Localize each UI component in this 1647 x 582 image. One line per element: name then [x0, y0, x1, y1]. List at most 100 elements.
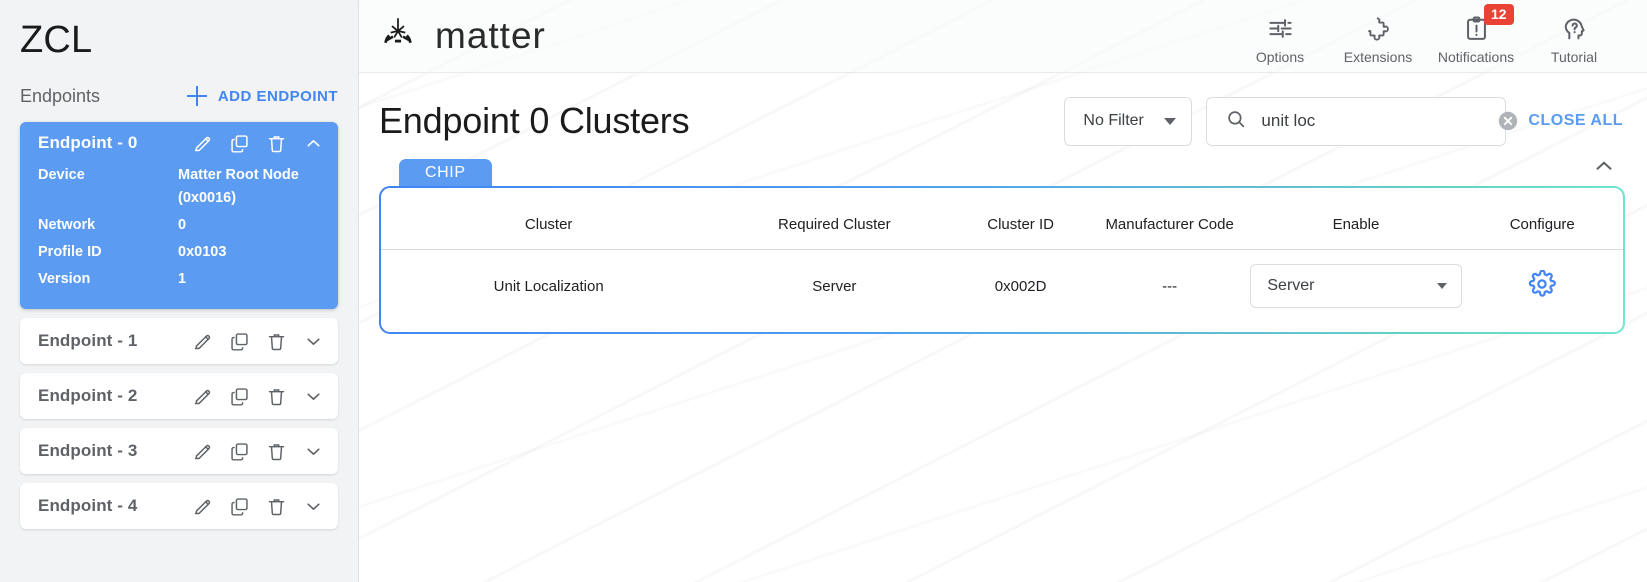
gear-settings-icon[interactable] [1528, 270, 1557, 298]
notifications-badge: 12 [1484, 3, 1514, 25]
search-box[interactable] [1206, 96, 1518, 146]
chevron-down-icon[interactable] [303, 441, 324, 462]
endpoint-name-0: Endpoint - 0 [38, 133, 138, 152]
filter-dropdown[interactable]: No Filter [1064, 96, 1193, 146]
toolbar-label-notifications: Notifications [1437, 48, 1515, 65]
endpoint-card-2[interactable]: Endpoint - 2 [20, 373, 338, 419]
delete-trash-icon[interactable] [266, 441, 287, 462]
column-header-cluster: Cluster [381, 188, 717, 250]
delete-trash-icon[interactable] [266, 331, 287, 352]
clusters-table: Cluster Required Cluster Cluster ID Manu… [381, 188, 1623, 322]
detail-value: 1 [178, 271, 187, 287]
enable-value: Server [1267, 277, 1315, 294]
endpoint-name-4: Endpoint - 4 [38, 496, 138, 515]
cell-cluster-id: 0x002D [994, 277, 1047, 295]
endpoint-card-1[interactable]: Endpoint - 1 [20, 318, 338, 364]
enable-dropdown[interactable]: Server [1250, 264, 1463, 308]
edit-pencil-icon[interactable] [192, 496, 213, 517]
endpoint-card-0[interactable]: Endpoint - 0 Device Matter Root Node (0x… [20, 122, 338, 309]
edit-pencil-icon[interactable] [192, 441, 213, 462]
endpoint-header-1[interactable]: Endpoint - 1 [20, 318, 338, 364]
endpoint-card-4[interactable]: Endpoint - 4 [20, 483, 338, 529]
chevron-up-icon[interactable] [1591, 153, 1617, 184]
toolbar-button-extensions[interactable]: Extensions [1329, 8, 1427, 65]
top-toolbar: matter Options Extensions 12 Notificatio… [359, 0, 1647, 73]
column-header-manufacturer-code: Manufacturer Code [1088, 188, 1251, 250]
endpoint-actions-4 [192, 496, 324, 517]
table-row[interactable]: Unit Localization Server 0x002D --- Serv… [381, 250, 1623, 323]
column-header-configure: Configure [1461, 188, 1623, 250]
toolbar-actions: Options Extensions 12 Notifications Tuto… [1231, 3, 1623, 65]
chevron-up-icon[interactable] [303, 133, 324, 154]
endpoint-header-3[interactable]: Endpoint - 3 [20, 428, 338, 474]
detail-value: 0 [178, 217, 187, 233]
detail-key: Version [38, 271, 91, 287]
copy-icon[interactable] [229, 441, 250, 462]
toolbar-label-tutorial: Tutorial [1550, 48, 1598, 65]
cell-enable: Server [1250, 250, 1463, 323]
plus-icon [186, 85, 208, 107]
endpoints-label: Endpoints [20, 85, 101, 106]
endpoints-toolbar: Endpoints ADD ENDPOINT [0, 74, 358, 118]
column-header-enable: Enable [1250, 188, 1462, 250]
endpoint-header-2[interactable]: Endpoint - 2 [20, 373, 338, 419]
edit-pencil-icon[interactable] [192, 133, 213, 154]
filter-value: No Filter [1083, 112, 1144, 129]
endpoint-actions-3 [192, 441, 324, 462]
tab-chip[interactable]: CHIP [399, 159, 492, 186]
endpoint-list: Endpoint - 0 Device Matter Root Node (0x… [0, 118, 358, 529]
copy-icon[interactable] [229, 331, 250, 352]
delete-trash-icon[interactable] [266, 133, 287, 154]
matter-logo-icon [377, 13, 419, 60]
endpoint-actions-0 [192, 133, 324, 154]
detail-value: 0x0103 [178, 244, 227, 260]
chevron-down-icon[interactable] [303, 386, 324, 407]
edit-pencil-icon[interactable] [192, 331, 213, 352]
endpoint-name-1: Endpoint - 1 [38, 331, 138, 350]
detail-key: Device [38, 167, 85, 183]
endpoint-header-0[interactable]: Endpoint - 0 [20, 122, 338, 164]
toolbar-label-extensions: Extensions [1343, 48, 1413, 65]
toolbar-label-options: Options [1255, 48, 1305, 65]
add-endpoint-label: ADD ENDPOINT [217, 87, 338, 105]
tab-strip: CHIP [379, 157, 1625, 186]
delete-trash-icon[interactable] [266, 496, 287, 517]
cell-configure [1462, 250, 1624, 323]
puzzle-piece-icon [1365, 14, 1392, 44]
column-header-cluster-id: Cluster ID [952, 188, 1089, 250]
endpoint-actions-2 [192, 386, 324, 407]
endpoint-details-0: Device Matter Root Node (0x0016) Network… [20, 164, 338, 309]
endpoint-card-3[interactable]: Endpoint - 3 [20, 428, 338, 474]
cell-manufacturer-code: --- [1162, 277, 1178, 295]
close-all-button[interactable]: CLOSE ALL [1528, 112, 1623, 130]
delete-trash-icon[interactable] [266, 386, 287, 407]
main-content: matter Options Extensions 12 Notificatio… [359, 0, 1647, 582]
endpoint-header-4[interactable]: Endpoint - 4 [20, 483, 338, 529]
edit-pencil-icon[interactable] [192, 386, 213, 407]
clear-circle-icon[interactable] [1496, 109, 1520, 133]
copy-icon[interactable] [229, 386, 250, 407]
page-title: Endpoint 0 Clusters [379, 100, 690, 141]
app-root: ZCL Endpoints ADD ENDPOINT Endpoint - 0 [0, 0, 1647, 582]
search-input[interactable] [1261, 111, 1483, 131]
copy-icon[interactable] [229, 133, 250, 154]
endpoint-detail-row: Network 0 [38, 214, 320, 237]
toolbar-button-tutorial[interactable]: Tutorial [1525, 8, 1623, 65]
chevron-down-icon [1437, 283, 1448, 289]
detail-key: Network [38, 217, 96, 233]
toolbar-button-notifications[interactable]: 12 Notifications [1427, 3, 1525, 65]
endpoint-actions-1 [192, 331, 324, 352]
toolbar-button-options[interactable]: Options [1231, 8, 1329, 65]
cell-required-cluster: Server [812, 277, 857, 295]
add-endpoint-button[interactable]: ADD ENDPOINT [186, 85, 338, 107]
column-header-required-cluster: Required Cluster [716, 188, 953, 250]
copy-icon[interactable] [229, 496, 250, 517]
cluster-panel-zone: CHIP Cluster Required Cluster Cluster ID… [359, 147, 1647, 334]
endpoint-name-2: Endpoint - 2 [38, 386, 138, 405]
endpoint-detail-row: Device Matter Root Node (0x0016) [38, 164, 320, 210]
chevron-down-icon[interactable] [303, 331, 324, 352]
brand-name: matter [435, 15, 546, 56]
sidebar: ZCL Endpoints ADD ENDPOINT Endpoint - 0 [0, 0, 359, 582]
endpoint-detail-row: Version 1 [38, 268, 320, 291]
chevron-down-icon[interactable] [303, 496, 324, 517]
